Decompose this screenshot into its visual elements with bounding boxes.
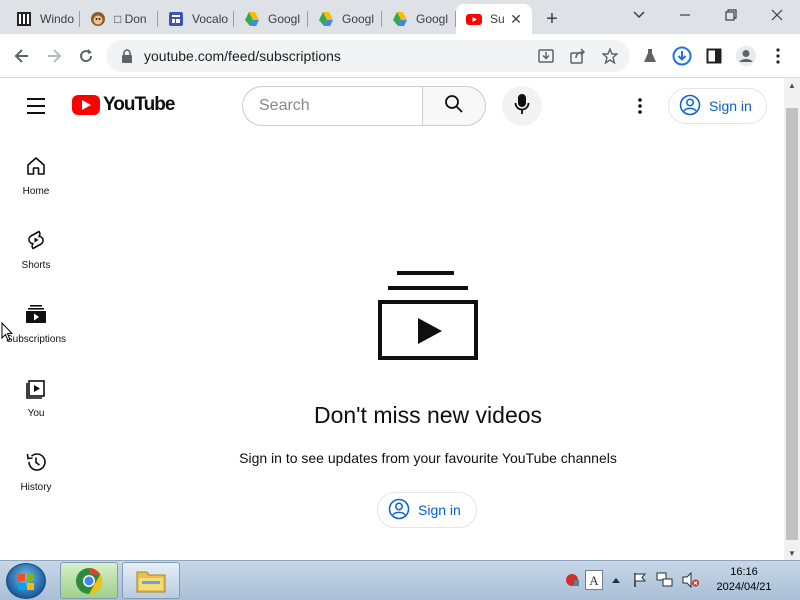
guide-item-shorts[interactable]: Shorts — [0, 208, 72, 282]
guide-item-label: History — [20, 482, 52, 493]
close-window-button[interactable] — [754, 4, 800, 26]
sign-in-label: Sign in — [418, 502, 461, 518]
form-icon — [168, 11, 184, 27]
you-icon — [24, 376, 48, 400]
clock-date: 2024/04/21 — [716, 581, 772, 593]
browser-menu-icon[interactable] — [764, 42, 792, 70]
shorts-icon — [24, 228, 48, 252]
account-icon — [388, 498, 410, 523]
tab-title: Googl — [342, 12, 375, 26]
browser-tab[interactable]: □ Don — [80, 4, 158, 34]
clock-time: 16:16 — [730, 566, 758, 578]
start-button[interactable] — [6, 563, 46, 599]
browser-tab-active[interactable]: Su ✕ — [456, 4, 532, 34]
monkey-icon — [90, 11, 106, 27]
youtube-icon — [466, 11, 482, 27]
profile-avatar-icon[interactable] — [732, 42, 760, 70]
windows-icon — [16, 11, 32, 27]
input-method-icon[interactable]: A — [584, 569, 604, 591]
notification-icon[interactable] — [562, 569, 582, 591]
taskbar-chrome-button[interactable] — [60, 562, 118, 599]
guide-item-subscriptions[interactable]: Subscriptions — [0, 282, 72, 356]
empty-state-title: Don't miss new videos — [313, 402, 543, 428]
subscriptions-empty-icon — [376, 268, 480, 364]
scrollbar-thumb[interactable] — [786, 108, 798, 540]
home-icon — [24, 154, 48, 178]
labs-flask-icon[interactable] — [636, 42, 664, 70]
action-center-flag-icon[interactable] — [630, 569, 650, 591]
tab-title: Windo — [40, 12, 75, 26]
tab-title: Vocalo — [192, 12, 229, 26]
tab-title: Su — [490, 12, 505, 26]
browser-tab[interactable]: Windo — [6, 4, 80, 34]
share-icon[interactable] — [564, 42, 592, 70]
search-button[interactable] — [422, 86, 486, 126]
guide-menu-icon[interactable] — [20, 90, 52, 122]
google-drive-icon — [244, 11, 260, 27]
system-clock[interactable]: 16:16 2024/04/21 — [708, 565, 780, 595]
guide-item-home[interactable]: Home — [0, 134, 72, 208]
scroll-up-arrow-icon[interactable]: ▲ — [784, 78, 800, 92]
url-text: youtube.com/feed/subscriptions — [144, 48, 341, 64]
guide-item-label: Shorts — [21, 260, 51, 271]
account-icon — [679, 94, 701, 119]
download-icon[interactable] — [668, 42, 696, 70]
tab-title: □ Don — [114, 12, 147, 26]
browser-tab[interactable]: Googl — [234, 4, 308, 34]
chrome-icon — [76, 567, 103, 594]
guide-item-label: Subscriptions — [5, 334, 67, 345]
search-icon — [444, 94, 464, 119]
browser-tab-strip: Windo □ Don Vocalo Googl Googl Googl Su … — [0, 0, 800, 34]
youtube-logo[interactable]: YouTube — [72, 94, 175, 116]
network-icon[interactable] — [654, 569, 676, 591]
taskbar-explorer-button[interactable] — [122, 562, 180, 599]
install-app-icon[interactable] — [532, 42, 560, 70]
empty-state-sign-in-button[interactable]: Sign in — [377, 492, 477, 528]
svg-text:A: A — [589, 573, 599, 588]
voice-search-button[interactable] — [502, 86, 542, 126]
sign-in-label: Sign in — [709, 98, 752, 114]
browser-tab[interactable]: Vocalo — [158, 4, 234, 34]
microphone-icon — [514, 93, 530, 120]
reload-button[interactable] — [72, 42, 100, 70]
youtube-logo-text: YouTube — [103, 94, 175, 115]
tab-search-icon[interactable] — [616, 4, 662, 26]
forward-button[interactable] — [40, 42, 68, 70]
empty-state-subtitle: Sign in to see updates from your favouri… — [239, 450, 617, 466]
page-scrollbar[interactable]: ▲ ▼ — [784, 78, 800, 560]
browser-tab[interactable]: Googl — [308, 4, 382, 34]
tab-title: Googl — [416, 12, 449, 26]
settings-more-icon[interactable] — [624, 90, 656, 122]
search-input[interactable] — [242, 86, 424, 126]
tab-title: Googl — [268, 12, 301, 26]
google-drive-icon — [392, 11, 408, 27]
show-hidden-icons-icon[interactable] — [608, 569, 624, 591]
minimize-button[interactable] — [662, 4, 708, 26]
lock-icon[interactable] — [120, 49, 134, 63]
new-tab-button[interactable]: + — [540, 7, 564, 31]
guide-item-label: Home — [22, 186, 50, 197]
back-button[interactable] — [8, 42, 36, 70]
browser-toolbar: youtube.com/feed/subscriptions — [0, 34, 800, 78]
bookmark-star-icon[interactable] — [596, 42, 624, 70]
youtube-masthead: YouTube Sign in — [0, 78, 784, 134]
youtube-play-icon — [72, 95, 100, 115]
close-tab-icon[interactable]: ✕ — [508, 11, 524, 27]
volume-muted-icon[interactable] — [680, 569, 702, 591]
restore-button[interactable] — [708, 4, 754, 26]
folder-icon — [136, 571, 166, 592]
mouse-cursor-icon — [1, 322, 13, 342]
google-drive-icon — [318, 11, 334, 27]
guide-item-history[interactable]: History — [0, 430, 72, 504]
scroll-down-arrow-icon[interactable]: ▼ — [784, 546, 800, 560]
windows-taskbar: A 16:16 2024/04/21 — [0, 560, 800, 600]
windows-logo-icon — [18, 574, 34, 590]
browser-tab[interactable]: Googl — [382, 4, 456, 34]
sign-in-button[interactable]: Sign in — [668, 88, 767, 124]
subscriptions-icon — [24, 302, 48, 326]
side-panel-icon[interactable] — [700, 42, 728, 70]
